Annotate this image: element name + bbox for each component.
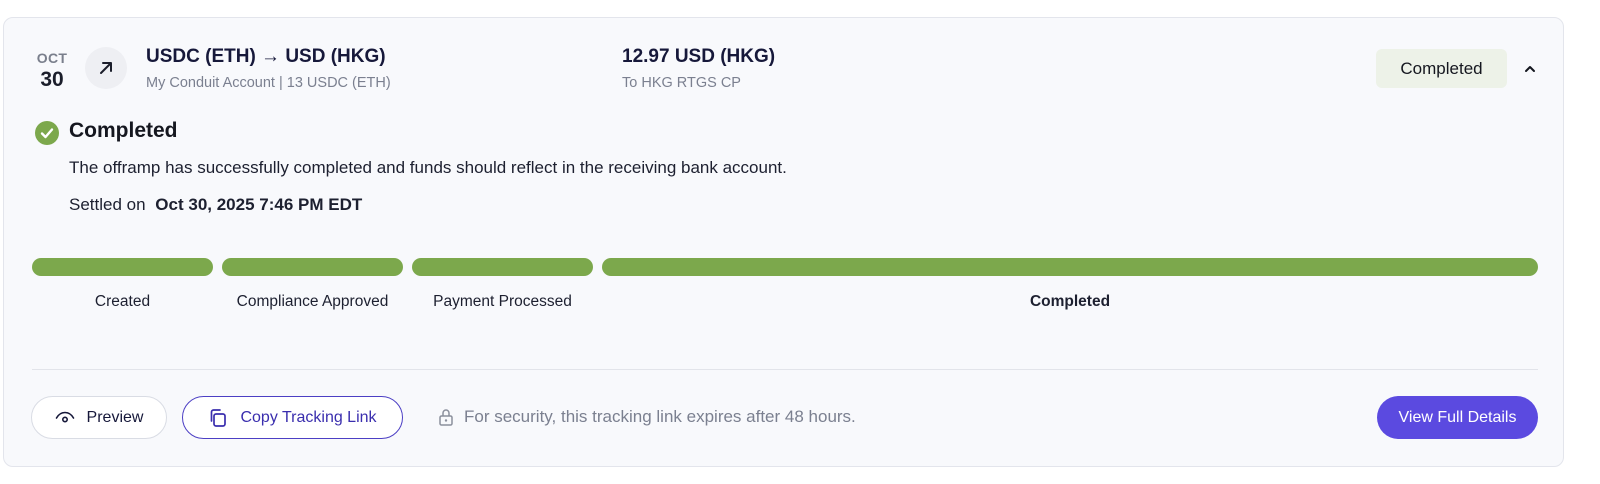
- check-circle-icon: [35, 121, 59, 145]
- copy-tracking-link-button[interactable]: Copy Tracking Link: [182, 396, 403, 439]
- progress-step-payment: Payment Processed: [412, 258, 593, 311]
- security-note-text: For security, this tracking link expires…: [464, 407, 856, 426]
- copy-label: Copy Tracking Link: [240, 408, 377, 426]
- progress-bar-segment: [602, 258, 1538, 276]
- transaction-subtitle: My Conduit Account | 13 USDC (ETH): [146, 75, 391, 91]
- status-description: The offramp has successfully completed a…: [69, 158, 787, 177]
- progress-tracker: Created Compliance Approved Payment Proc…: [32, 258, 1538, 318]
- settled-label: Settled on: [69, 195, 146, 214]
- progress-step-compliance: Compliance Approved: [222, 258, 403, 311]
- collapse-toggle[interactable]: [1518, 58, 1542, 80]
- progress-bar-segment: [412, 258, 593, 276]
- transaction-destination: To HKG RTGS CP: [622, 75, 741, 91]
- progress-step-label: Created: [94, 293, 151, 310]
- progress-step-label: Compliance Approved: [236, 293, 389, 310]
- preview-label: Preview: [86, 408, 144, 426]
- progress-step-completed: Completed: [602, 258, 1538, 311]
- progress-bar-segment: [222, 258, 403, 276]
- transaction-card: OCT 30 USDC (ETH) → USD (HKG) My Conduit…: [3, 17, 1564, 467]
- progress-bar-segment: [32, 258, 213, 276]
- status-badge: Completed: [1376, 49, 1507, 88]
- transaction-amount: 12.97 USD (HKG): [622, 46, 776, 67]
- transaction-title: USDC (ETH) → USD (HKG): [146, 46, 386, 67]
- chevron-up-icon: [1525, 66, 1535, 72]
- section-divider: [32, 369, 1538, 370]
- transaction-date: OCT 30: [32, 50, 72, 92]
- security-note: For security, this tracking link expires…: [438, 407, 856, 427]
- progress-step-created: Created: [32, 258, 213, 311]
- lock-icon: [439, 409, 453, 426]
- preview-button[interactable]: Preview: [31, 396, 167, 439]
- settled-info: Settled on Oct 30, 2025 7:46 PM EDT: [69, 195, 362, 215]
- date-day: 30: [40, 68, 64, 91]
- progress-step-label: Completed: [1029, 293, 1111, 310]
- status-heading: Completed: [69, 119, 178, 142]
- arrow-up-right-icon: [85, 47, 127, 89]
- copy-icon: [211, 408, 227, 427]
- view-full-details-button[interactable]: View Full Details: [1377, 396, 1538, 439]
- settled-value: Oct 30, 2025 7:46 PM EDT: [155, 195, 363, 214]
- progress-step-label: Payment Processed: [433, 293, 572, 310]
- date-month: OCT: [36, 50, 68, 66]
- eye-icon: [55, 411, 74, 423]
